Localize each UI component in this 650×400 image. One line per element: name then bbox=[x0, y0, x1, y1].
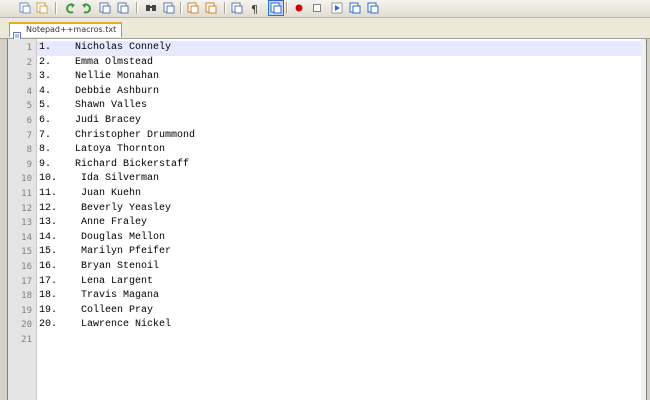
code-line[interactable]: 13. Anne Fraley bbox=[37, 216, 643, 231]
sync-scroll-button[interactable] bbox=[98, 1, 112, 15]
line-number: 4 bbox=[26, 86, 32, 97]
copy-icon bbox=[19, 2, 31, 14]
find-icon bbox=[146, 5, 156, 11]
line-number: 10 bbox=[21, 174, 32, 185]
paste-button[interactable] bbox=[35, 1, 49, 15]
line-number: 16 bbox=[21, 261, 32, 272]
indent-guide-button[interactable] bbox=[268, 0, 284, 16]
save-macro-button[interactable] bbox=[366, 1, 380, 15]
vertical-scrollbar[interactable] bbox=[641, 39, 646, 400]
code-line[interactable]: 6. Judi Bracey bbox=[37, 114, 643, 129]
file-icon bbox=[13, 26, 21, 41]
sync-horizontal-icon bbox=[117, 2, 129, 14]
line-number: 15 bbox=[21, 247, 32, 258]
code-line[interactable]: 20. Lawrence Nickel bbox=[37, 318, 643, 333]
undo-button[interactable] bbox=[63, 1, 77, 15]
toolbar-separator bbox=[224, 2, 226, 14]
line-number: 13 bbox=[21, 218, 32, 229]
code-line[interactable]: 14. Douglas Mellon bbox=[37, 231, 643, 246]
code-line[interactable]: 3. Nellie Monahan bbox=[37, 70, 643, 85]
sync-scroll-icon bbox=[99, 2, 111, 14]
stop-macro-button[interactable] bbox=[310, 1, 324, 15]
play-macro-button[interactable] bbox=[330, 1, 344, 15]
code-line[interactable] bbox=[37, 333, 643, 348]
code-line[interactable]: 10. Ida Silverman bbox=[37, 172, 643, 187]
code-line[interactable]: 8. Latoya Thornton bbox=[37, 143, 643, 158]
line-number: 11 bbox=[21, 188, 32, 199]
line-number: 3 bbox=[26, 72, 32, 83]
svg-text:¶: ¶ bbox=[251, 3, 258, 15]
toolbar: ¶ bbox=[0, 0, 650, 18]
code-line[interactable]: 15. Marilyn Pfeifer bbox=[37, 245, 643, 260]
toolbar-separator bbox=[286, 2, 288, 14]
code-line[interactable]: 7. Christopher Drummond bbox=[37, 129, 643, 144]
undo-icon bbox=[66, 3, 75, 14]
line-number: 7 bbox=[26, 130, 32, 141]
record-macro-icon bbox=[295, 4, 303, 12]
code-line[interactable]: 4. Debbie Ashburn bbox=[37, 85, 643, 100]
copy-button[interactable] bbox=[18, 1, 32, 15]
word-wrap-icon bbox=[231, 2, 243, 14]
toolbar-separator bbox=[136, 2, 138, 14]
redo-icon bbox=[82, 3, 91, 14]
line-number: 17 bbox=[21, 276, 32, 287]
tab-bar: Notepad++macros.txt bbox=[0, 18, 650, 41]
code-line[interactable]: 12. Beverly Yeasley bbox=[37, 202, 643, 217]
line-number-gutter: 1 2 3 4 5 6 7 8 9 10 11 12 13 14 15 16 17 18 19 20 21 bbox=[8, 39, 37, 400]
sync-horizontal-button[interactable] bbox=[116, 1, 130, 15]
toolbar-separator bbox=[55, 2, 57, 14]
line-number: 6 bbox=[26, 115, 32, 126]
code-line[interactable]: 11. Juan Kuehn bbox=[37, 187, 643, 202]
stop-macro-icon bbox=[313, 4, 321, 12]
find-button[interactable] bbox=[144, 1, 158, 15]
zoom-in-icon bbox=[187, 2, 199, 14]
line-number: 1 bbox=[26, 43, 32, 53]
line-number: 8 bbox=[26, 145, 32, 156]
code-line[interactable]: 19. Colleen Pray bbox=[37, 304, 643, 319]
current-line[interactable]: 1. Nicholas Connely bbox=[37, 41, 643, 56]
code-line[interactable]: 18. Travis Magana bbox=[37, 289, 643, 304]
zoom-in-button[interactable] bbox=[186, 1, 200, 15]
toolbar-separator bbox=[180, 2, 182, 14]
play-multiple-icon bbox=[349, 2, 361, 14]
paste-icon bbox=[36, 2, 48, 14]
play-multiple-button[interactable] bbox=[348, 1, 362, 15]
show-all-characters-icon: ¶ bbox=[251, 3, 258, 15]
line-number: 18 bbox=[21, 291, 32, 302]
tab-label: Notepad++macros.txt bbox=[26, 25, 117, 34]
replace-icon bbox=[163, 2, 175, 14]
zoom-out-icon bbox=[205, 2, 217, 14]
line-number: 2 bbox=[26, 57, 32, 68]
save-macro-icon bbox=[367, 2, 379, 14]
line-number: 21 bbox=[21, 334, 32, 345]
line-number: 9 bbox=[26, 159, 32, 170]
play-macro-icon bbox=[331, 2, 343, 14]
line-number: 5 bbox=[26, 101, 32, 112]
word-wrap-button[interactable] bbox=[230, 1, 244, 15]
line-number: 19 bbox=[21, 305, 32, 316]
redo-button[interactable] bbox=[80, 1, 94, 15]
code-line[interactable]: 5. Shawn Valles bbox=[37, 99, 643, 114]
line-number: 20 bbox=[21, 320, 32, 331]
zoom-out-button[interactable] bbox=[204, 1, 218, 15]
line-number: 14 bbox=[21, 232, 32, 243]
tab-notepad-macros[interactable]: Notepad++macros.txt bbox=[9, 22, 122, 41]
text-editor[interactable]: 1 2 3 4 5 6 7 8 9 10 11 12 13 14 15 16 17 18 19 20 21 1. Nic… bbox=[7, 39, 647, 400]
code-line[interactable]: 17. Lena Largent bbox=[37, 275, 643, 290]
editor-content[interactable]: 1. Nicholas Connely 2. Emma Olmstead 3. Ne… bbox=[37, 41, 643, 347]
code-line[interactable]: 16. Bryan Stenoil bbox=[37, 260, 643, 275]
replace-button[interactable] bbox=[162, 1, 176, 15]
show-all-characters-button[interactable]: ¶ bbox=[248, 1, 262, 15]
record-macro-button[interactable] bbox=[292, 1, 306, 15]
code-line[interactable]: 2. Emma Olmstead bbox=[37, 56, 643, 71]
indent-guide-icon bbox=[270, 2, 282, 14]
line-number: 12 bbox=[21, 203, 32, 214]
code-line[interactable]: 9. Richard Bickerstaff bbox=[37, 158, 643, 173]
